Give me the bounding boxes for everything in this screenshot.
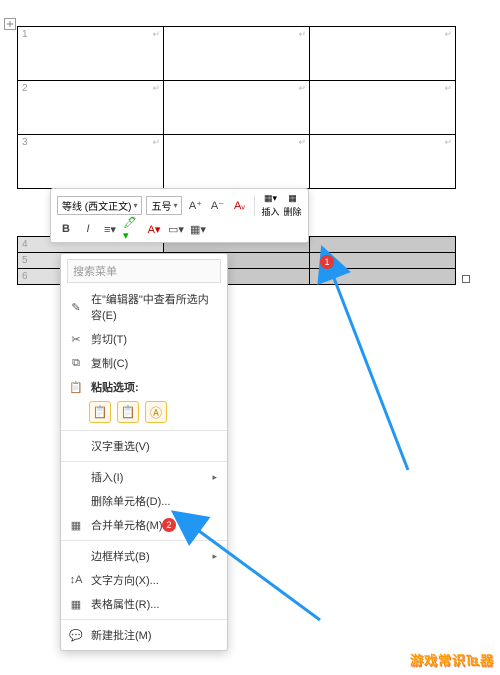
text-direction-icon: ↕A	[69, 573, 83, 587]
delete-button[interactable]: ▦删除	[284, 193, 302, 218]
paste-keep-formatting-button[interactable]: 📋	[89, 401, 111, 423]
menu-new-comment[interactable]: 💬新建批注(M)	[61, 623, 227, 647]
align-button[interactable]: ≡▾	[101, 220, 119, 238]
menu-table-properties[interactable]: ▦表格属性(R)...	[61, 592, 227, 616]
comment-icon: 💬	[69, 628, 83, 642]
paste-merge-formatting-button[interactable]: 📋	[117, 401, 139, 423]
chevron-right-icon: ▸	[212, 472, 217, 483]
insert-button[interactable]: ▦▾插入	[261, 193, 279, 218]
document-table[interactable]: 1↵ ↵ ↵ 2↵ ↵ ↵ 3↵ ↵ ↵	[17, 26, 456, 189]
menu-copy[interactable]: ⧉ 复制(C)	[61, 351, 227, 375]
clipboard-icon: 📋	[69, 380, 83, 394]
font-color-button[interactable]: A▾	[145, 220, 163, 238]
menu-insert[interactable]: 插入(I)▸	[61, 465, 227, 489]
font-size-select[interactable]: 五号▾	[146, 196, 182, 215]
increase-font-button[interactable]: A⁺	[186, 197, 204, 215]
paste-text-only-button[interactable]: Ⓐ	[145, 401, 167, 423]
table-row[interactable]: 2↵ ↵ ↵	[18, 81, 456, 135]
menu-text-direction[interactable]: ↕A文字方向(X)...	[61, 568, 227, 592]
context-menu: 搜索菜单 ✎ 在"编辑器"中查看所选内容(E) ✂ 剪切(T) ⧉ 复制(C) …	[60, 253, 228, 651]
highlight-button[interactable]: 🖊▾	[123, 220, 141, 238]
menu-hanzi-reselect[interactable]: 汉字重选(V)	[61, 434, 227, 458]
menu-cut[interactable]: ✂ 剪切(T)	[61, 327, 227, 351]
paragraph-mark-icon: ↵	[152, 29, 160, 40]
italic-button[interactable]: I	[79, 220, 97, 238]
table-resize-handle[interactable]	[462, 275, 470, 283]
menu-paste-options-header: 📋 粘贴选项:	[61, 375, 227, 399]
decrease-font-button[interactable]: A⁻	[208, 197, 226, 215]
shading-button[interactable]: ▭▾	[167, 220, 185, 238]
font-family-select[interactable]: 等线 (西文正文)▾	[57, 196, 142, 215]
mini-toolbar: 等线 (西文正文)▾ 五号▾ A⁺ A⁻ Aᵥ ▦▾插入 ▦删除 B I ≡▾ …	[50, 188, 309, 243]
menu-merge-cells[interactable]: ▦合并单元格(M)	[61, 513, 227, 537]
menu-delete-cells[interactable]: 删除单元格(D)...	[61, 489, 227, 513]
menu-border-style[interactable]: 边框样式(B)▸	[61, 544, 227, 568]
annotation-badge-1: 1	[320, 255, 334, 269]
table-row[interactable]: 1↵ ↵ ↵	[18, 27, 456, 81]
bold-button[interactable]: B	[57, 220, 75, 238]
annotation-badge-2: 2	[162, 518, 176, 532]
watermark-text: 游戏常识℡器	[410, 650, 494, 669]
format-painter-button[interactable]: Aᵥ	[230, 197, 248, 215]
copy-icon: ⧉	[69, 356, 83, 370]
merge-icon: ▦	[69, 518, 83, 532]
editor-icon: ✎	[69, 300, 83, 314]
scissors-icon: ✂	[69, 332, 83, 346]
menu-lookup-editor[interactable]: ✎ 在"编辑器"中查看所选内容(E)	[61, 287, 227, 327]
row-number: 1	[22, 29, 28, 40]
table-anchor-icon[interactable]	[4, 18, 16, 30]
table-row[interactable]: 3↵ ↵ ↵	[18, 135, 456, 189]
border-button[interactable]: ▦▾	[189, 220, 207, 238]
table-properties-icon: ▦	[69, 597, 83, 611]
menu-search-input[interactable]: 搜索菜单	[67, 259, 221, 283]
